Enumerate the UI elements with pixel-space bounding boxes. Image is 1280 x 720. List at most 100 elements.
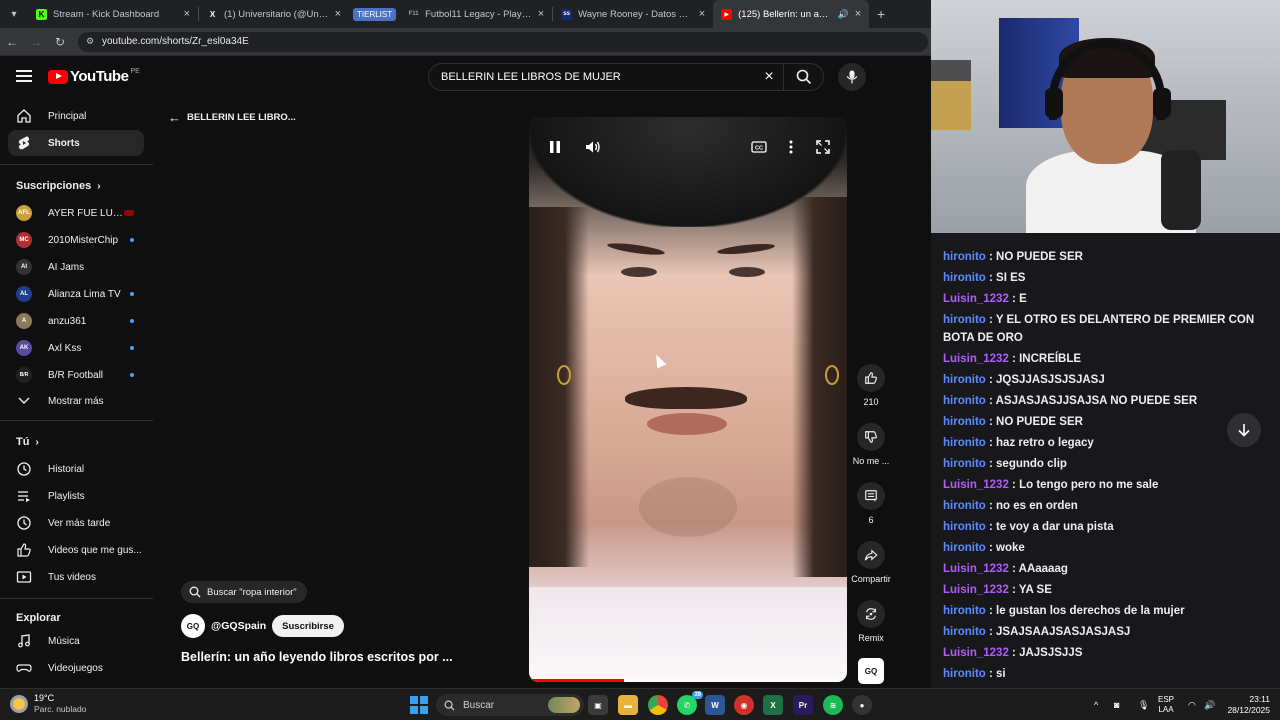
video-progress-bar[interactable] — [529, 679, 847, 682]
tab-group-tierlist[interactable]: TIERLIST — [353, 7, 397, 21]
windows-start-icon[interactable] — [410, 696, 428, 714]
speaker-icon[interactable]: 🔊 — [1204, 689, 1215, 720]
tray-chevron-icon[interactable]: ^ — [1094, 689, 1098, 720]
you-heading[interactable]: Tú › — [16, 436, 39, 448]
channel-name[interactable]: @GQSpain — [211, 620, 266, 632]
chat-username[interactable]: hironito — [943, 395, 986, 407]
close-tab-icon[interactable]: × — [184, 8, 190, 20]
sidebar-item-show-more[interactable]: Mostrar más — [8, 388, 144, 414]
sidebar-item-anzu361[interactable]: A anzu361 — [8, 308, 144, 334]
tab-futbol11[interactable]: F11 Futbol11 Legacy - Play Football × — [400, 0, 552, 28]
chat-username[interactable]: hironito — [943, 314, 986, 326]
chat-username[interactable]: hironito — [943, 251, 986, 263]
speaker-icon[interactable]: 🔊 — [837, 9, 848, 20]
tray-app-icon[interactable]: ◙ — [1114, 689, 1119, 720]
clear-search-icon[interactable]: × — [755, 68, 783, 86]
short-title[interactable]: Bellerín: un año leyendo libros escritos… — [181, 650, 453, 664]
comments-button[interactable]: 6 — [848, 482, 894, 525]
chat-username[interactable]: Luisin_1232 — [943, 584, 1009, 596]
close-tab-icon[interactable]: × — [538, 8, 544, 20]
captions-button[interactable]: CC — [747, 135, 771, 159]
close-tab-icon[interactable]: × — [699, 8, 705, 20]
related-search-chip[interactable]: Buscar "ropa interior" — [181, 581, 307, 603]
youtube-logo[interactable]: YouTube PE — [48, 68, 140, 85]
like-button[interactable]: 210 — [848, 364, 894, 407]
forward-icon[interactable]: → — [24, 35, 48, 49]
chrome-icon[interactable] — [648, 695, 668, 715]
sidebar-item-2010misterchip[interactable]: MC 2010MisterChip — [8, 227, 144, 253]
chat-username[interactable]: Luisin_1232 — [943, 647, 1009, 659]
chat-username[interactable]: Luisin_1232 — [943, 293, 1009, 305]
sidebar-item-axl-kss[interactable]: AK Axl Kss — [8, 335, 144, 361]
new-tab-button[interactable]: + — [869, 6, 893, 22]
pause-button[interactable] — [543, 135, 567, 159]
channel-thumbnail[interactable]: GQ — [858, 658, 884, 684]
sidebar-item-historial[interactable]: Historial — [8, 456, 144, 482]
sidebar-item-principal[interactable]: Principal — [8, 103, 144, 129]
site-info-icon[interactable]: ⚙ — [84, 36, 96, 48]
subscribe-button[interactable]: Suscribirse — [272, 615, 344, 637]
sidebar-item-alianza-lima-tv[interactable]: AL Alianza Lima TV — [8, 281, 144, 307]
search-input[interactable]: BELLERIN LEE LIBROS DE MUJER — [429, 71, 755, 83]
close-tab-icon[interactable]: × — [335, 8, 341, 20]
sidebar-item-liked-videos[interactable]: Videos que me gus... — [8, 537, 144, 563]
sidebar-item-ai-jams[interactable]: AI AI Jams — [8, 254, 144, 280]
tab-search-button[interactable]: ▾ — [0, 0, 28, 28]
app-recording-icon[interactable]: ● — [852, 695, 872, 715]
word-icon[interactable]: W — [705, 695, 725, 715]
system-clock[interactable]: 23:11 28/12/2025 — [1226, 694, 1270, 716]
chat-username[interactable]: hironito — [943, 416, 986, 428]
sidebar-item-br-football[interactable]: B/R B/R Football — [8, 362, 144, 388]
fullscreen-button[interactable] — [811, 135, 835, 159]
tab-youtube-active[interactable]: ▶ (125) Bellerín: un año leyend 🔊 × — [713, 0, 870, 28]
tray-microphone-icon[interactable]: 🎙 — [1138, 689, 1149, 720]
close-tab-icon[interactable]: × — [855, 8, 861, 20]
back-to-results[interactable]: ← BELLERIN LEE LIBRO... — [168, 110, 296, 125]
menu-icon[interactable] — [16, 70, 32, 82]
chat-username[interactable]: hironito — [943, 521, 986, 533]
whatsapp-icon[interactable]: ✆ 39 — [677, 691, 703, 715]
chat-username[interactable]: hironito — [943, 542, 986, 554]
tab-wayne-rooney[interactable]: ss Wayne Rooney - Datos detallad × — [553, 0, 713, 28]
chat-username[interactable]: hironito — [943, 668, 986, 680]
chat-username[interactable]: hironito — [943, 605, 986, 617]
tab-kick-dashboard[interactable]: K Stream - Kick Dashboard × — [28, 0, 198, 28]
back-icon[interactable]: ← — [0, 35, 24, 49]
taskbar-search[interactable]: Buscar — [436, 694, 584, 716]
sidebar-item-music[interactable]: Música — [8, 628, 144, 654]
keyboard-language[interactable]: ESP LAA — [1158, 695, 1174, 715]
reload-icon[interactable]: ↻ — [48, 35, 72, 49]
search-button[interactable] — [783, 63, 823, 91]
chat-username[interactable]: Luisin_1232 — [943, 353, 1009, 365]
file-explorer-icon[interactable]: ▬ — [618, 695, 638, 715]
chat-username[interactable]: Luisin_1232 — [943, 479, 1009, 491]
volume-button[interactable] — [581, 135, 605, 159]
dislike-button[interactable]: No me ... — [848, 423, 894, 466]
url-field[interactable]: ⚙ youtube.com/shorts/Zr_esl0a34E — [78, 31, 928, 52]
chat-username[interactable]: hironito — [943, 272, 986, 284]
chat-username[interactable]: hironito — [943, 626, 986, 638]
tab-universitario[interactable]: X (1) Universitario (@Universitario × — [199, 0, 349, 28]
chat-username[interactable]: hironito — [943, 458, 986, 470]
remix-button[interactable]: Remix — [848, 600, 894, 643]
share-button[interactable]: Compartir — [848, 541, 894, 584]
sidebar-item-shorts[interactable]: Shorts — [8, 130, 144, 156]
search-box[interactable]: BELLERIN LEE LIBROS DE MUJER × — [428, 63, 824, 91]
sidebar-item-watch-later[interactable]: Ver más tarde — [8, 510, 144, 536]
chat-username[interactable]: hironito — [943, 500, 986, 512]
sidebar-item-ayer-fue-lunes[interactable]: AFL AYER FUE LUNES — [8, 200, 144, 226]
chat-username[interactable]: hironito — [943, 374, 986, 386]
sidebar-item-your-videos[interactable]: Tus videos — [8, 564, 144, 590]
sidebar-item-playlists[interactable]: Playlists — [8, 483, 144, 509]
premiere-icon[interactable]: Pr — [793, 695, 813, 715]
voice-search-button[interactable] — [838, 63, 866, 91]
app-red-icon[interactable]: ◉ — [734, 695, 754, 715]
more-options-button[interactable] — [779, 135, 803, 159]
channel-avatar[interactable]: GQ — [181, 614, 205, 638]
excel-icon[interactable]: X — [763, 695, 783, 715]
scroll-to-bottom-button[interactable] — [1227, 413, 1261, 447]
chat-username[interactable]: hironito — [943, 437, 986, 449]
task-view-icon[interactable]: ▣ — [588, 695, 608, 715]
sidebar-item-gaming[interactable]: Videojuegos — [8, 655, 144, 681]
wifi-icon[interactable]: ◠ — [1188, 689, 1196, 720]
